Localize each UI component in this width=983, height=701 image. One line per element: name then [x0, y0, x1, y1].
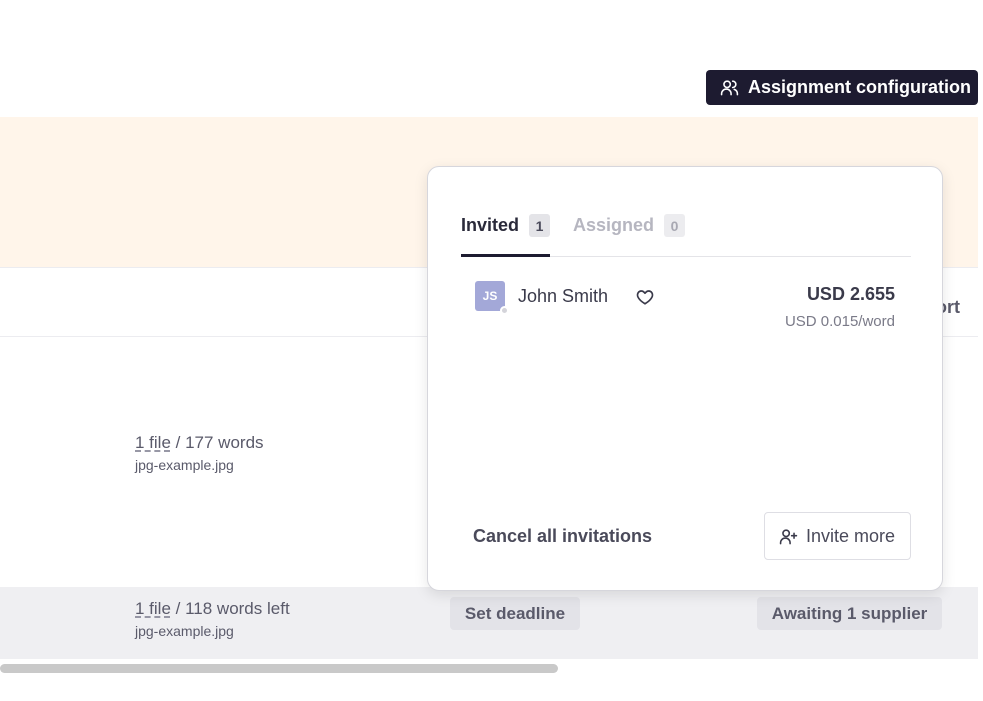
heart-icon[interactable] — [636, 288, 654, 306]
supplier-name: John Smith — [518, 286, 609, 306]
word-count: / 118 words left — [170, 599, 290, 618]
horizontal-scrollbar[interactable] — [0, 664, 558, 673]
table-row-file-info: 1 file / 118 words left — [135, 599, 290, 619]
tab-count-badge: 1 — [529, 214, 551, 237]
tab-count-badge: 0 — [664, 214, 686, 237]
table-row-file-info: 1 file / 177 words — [135, 433, 264, 453]
invite-more-label: Invite more — [806, 525, 896, 546]
supplier-rate: USD 0.015/word — [784, 313, 895, 330]
user-plus-icon — [779, 528, 798, 544]
assignment-configuration-label: Assignment configuration — [748, 77, 972, 97]
popover-tabs: Invited 1 Assigned 0 — [461, 214, 911, 257]
file-name: jpg-example.jpg — [135, 623, 234, 639]
file-count-link[interactable]: 1 file — [135, 599, 171, 618]
word-count: / 177 words — [170, 433, 264, 452]
users-icon — [720, 80, 739, 96]
cancel-all-invitations-button[interactable]: Cancel all invitations — [473, 526, 652, 547]
supplier-popover: Invited 1 Assigned 0 JS John Smith USD 2… — [427, 166, 943, 591]
set-deadline-button[interactable]: Set deadline — [450, 597, 580, 630]
supplier-price: USD 2.655 — [806, 284, 895, 304]
status-dot — [500, 306, 509, 315]
invite-more-button[interactable]: Invite more — [764, 512, 911, 560]
assignment-configuration-button[interactable]: Assignment configuration — [706, 70, 978, 105]
tab-invited[interactable]: Invited 1 — [461, 214, 551, 257]
tab-assigned[interactable]: Assigned 0 — [573, 214, 686, 257]
status-badge[interactable]: Awaiting 1 supplier — [757, 597, 942, 630]
file-count-link[interactable]: 1 file — [135, 433, 171, 452]
tab-label: Invited — [461, 215, 520, 235]
file-name: jpg-example.jpg — [135, 457, 234, 473]
tab-label: Assigned — [573, 215, 655, 235]
